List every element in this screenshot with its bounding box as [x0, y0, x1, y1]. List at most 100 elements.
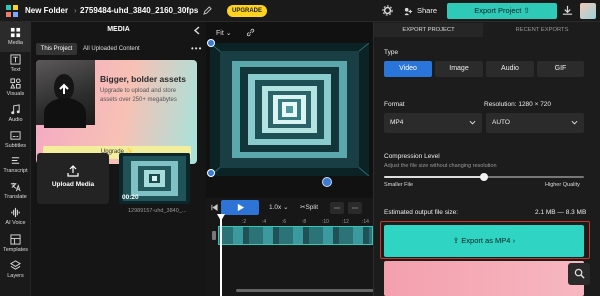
collapse-icon[interactable] [193, 26, 201, 35]
nav-item-media[interactable]: Media [0, 22, 31, 52]
nav-item-ai-voice[interactable]: AI Voice [0, 202, 31, 232]
speed-dropdown[interactable]: 1.0x ⌄ [269, 203, 289, 211]
link-icon[interactable] [246, 28, 255, 37]
timeline-scrollbar[interactable] [236, 289, 376, 292]
undo-icon [334, 207, 340, 209]
top-bar: New Folder › 2759484-uhd_3840_2160_30fps… [0, 0, 600, 22]
layers-icon [10, 260, 21, 270]
resolution-select[interactable]: AUTO [486, 113, 584, 133]
media-thumbnail[interactable]: 00:20 [119, 153, 190, 204]
higher-quality-label: Higher Quality [545, 182, 580, 188]
tab-this-project[interactable]: This Project [36, 43, 77, 55]
project-filename[interactable]: 2759484-uhd_3840_2160_30fps [80, 6, 198, 15]
ruler-tick: :10 [322, 219, 329, 225]
play-icon [237, 203, 244, 212]
timeline-ruler[interactable]: :2 :4 :6 :8 :10 :12 :14 [218, 219, 373, 226]
nav-label: Layers [7, 273, 24, 279]
transcript-icon [11, 157, 20, 164]
play-button[interactable] [221, 200, 259, 215]
thumbnail-filename: 12989157-uhd_3840_... [128, 208, 187, 214]
export-project-button[interactable]: Export Project ⇧ [447, 3, 557, 19]
video-track-clip[interactable] [218, 226, 373, 245]
upload-media-button[interactable]: Upload Media [37, 153, 109, 204]
nav-label: Visuals [6, 91, 25, 97]
type-video-button[interactable]: Video [384, 61, 432, 77]
compression-subtext: Adjust the file size without changing re… [384, 163, 497, 169]
avatar[interactable] [580, 3, 596, 19]
file-size-label: Estimated output file size: [384, 209, 459, 216]
resize-handle-bottom-left[interactable] [207, 169, 215, 177]
ruler-tick: :14 [362, 219, 369, 225]
chevron-down-icon: ⌄ [225, 30, 232, 37]
zoom-button[interactable] [568, 263, 590, 285]
ruler-tick: :12 [342, 219, 349, 225]
redo-button[interactable] [348, 202, 362, 214]
resolution-value: AUTO [492, 119, 510, 126]
file-size-value: 2.1 MB — 8.3 MB [535, 209, 587, 216]
left-nav: Media Text Visuals Audio Subtitles Trans… [0, 22, 31, 296]
text-icon [10, 54, 21, 65]
translate-icon [10, 182, 21, 192]
rotate-handle-icon[interactable] [322, 177, 332, 187]
video-preview[interactable] [210, 43, 369, 176]
track-drag-handle[interactable] [212, 231, 216, 240]
promo-text: Upgrade to upload and store assets over … [100, 88, 177, 103]
ruler-tick: :8 [302, 219, 307, 225]
app-logo-icon[interactable] [5, 4, 19, 18]
fit-label: Fit [216, 30, 224, 37]
format-select[interactable]: MP4 [384, 113, 482, 133]
split-button[interactable]: ✂Split [300, 203, 318, 211]
chevron-down-icon: ⌄ [283, 204, 289, 211]
gear-icon[interactable] [382, 5, 393, 16]
chevron-down-icon [469, 120, 476, 125]
nav-label: Media [8, 40, 23, 46]
format-value: MP4 [390, 119, 404, 126]
tab-all-uploaded[interactable]: All Uploaded Content [83, 43, 143, 55]
upload-media-label: Upload Media [51, 181, 95, 188]
undo-button[interactable] [330, 202, 344, 214]
promo-title: Bigger, bolder assets [100, 74, 186, 84]
share-label: Share [417, 6, 438, 15]
templates-icon [10, 234, 21, 245]
media-panel: MEDIA This Project All Uploaded Content … [31, 22, 206, 296]
export-project-label: Export Project [474, 6, 522, 15]
upgrade-badge[interactable]: UPGRADE [227, 5, 267, 17]
thumbnail-duration: 00:20 [122, 194, 139, 201]
upload-icon [67, 165, 79, 177]
tab-export-project[interactable]: EXPORT PROJECT [374, 23, 483, 37]
export-as-mp4-button[interactable]: ⇪ Export as MP4 › [384, 225, 584, 257]
upgrade-promo-card: Bigger, bolder assets Upgrade to upload … [36, 60, 197, 164]
export-panel: EXPORT PROJECT RECENT EXPORTS Type Video… [373, 22, 600, 296]
folder-name[interactable]: New Folder [25, 6, 68, 15]
ruler-tick: :4 [262, 219, 267, 225]
type-gif-button[interactable]: GIF [537, 61, 584, 77]
export-arrow-icon: ⇧ [523, 6, 530, 15]
share-button[interactable]: Share [404, 4, 442, 18]
resize-handle-top-left[interactable] [207, 39, 215, 47]
fit-dropdown[interactable]: Fit ⌄ [216, 29, 232, 37]
resolution-label: Resolution: 1280 × 720 [484, 101, 552, 108]
magnifier-icon [574, 268, 585, 279]
edit-pencil-icon[interactable] [203, 6, 212, 15]
audio-icon [11, 104, 20, 115]
timeline: 1.0x ⌄ ✂Split :2 :4 :6 :8 :10 :12 :14 [206, 198, 376, 296]
breadcrumb-separator: › [74, 6, 77, 15]
promo-image [36, 60, 95, 128]
skip-back-icon[interactable] [211, 204, 218, 211]
nav-label: Templates [2, 247, 29, 253]
upgrade-banner[interactable] [384, 261, 584, 296]
playhead[interactable] [220, 216, 222, 296]
media-icon [10, 27, 21, 38]
nav-item-layers[interactable]: Layers [0, 255, 31, 285]
media-title: MEDIA [107, 26, 130, 33]
export-mp4-label: Export as MP4 [461, 236, 511, 245]
download-icon[interactable] [562, 5, 573, 16]
tab-recent-exports[interactable]: RECENT EXPORTS [483, 23, 600, 37]
subtitles-icon [10, 131, 21, 140]
preview-area: Fit ⌄ [206, 22, 373, 198]
more-options-icon[interactable]: ••• [191, 44, 202, 53]
compression-slider-knob[interactable] [480, 173, 488, 181]
smaller-file-label: Smaller File [384, 182, 414, 188]
type-image-button[interactable]: Image [435, 61, 483, 77]
type-audio-button[interactable]: Audio [486, 61, 534, 77]
